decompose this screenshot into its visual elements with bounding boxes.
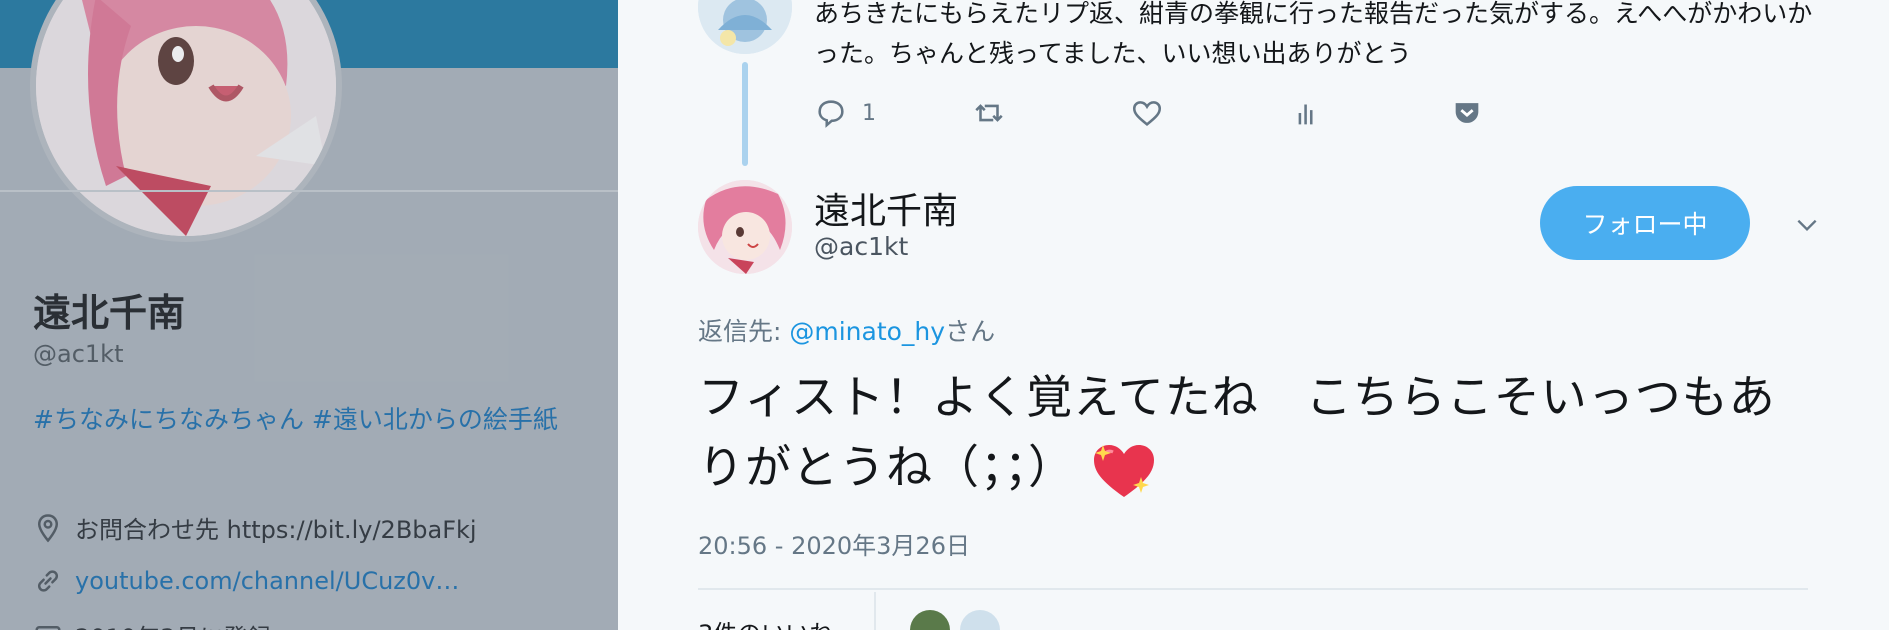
pocket-icon xyxy=(1455,103,1479,123)
like-button[interactable] xyxy=(1130,96,1164,130)
avatar-divider xyxy=(0,190,618,192)
save-button[interactable] xyxy=(1450,96,1484,130)
tweet-body: フィスト！よく覚えてたね こちらこそいっつもありがとうね（；；） xyxy=(698,370,1776,494)
reply-prefix: 返信先: xyxy=(698,317,790,346)
reply-suffix: さん xyxy=(945,317,996,346)
liker-avatar[interactable] xyxy=(910,610,950,630)
profile-name: 遠北千南 xyxy=(33,291,186,335)
likes-count[interactable]: 3件のいいね xyxy=(698,614,833,630)
stats-separator xyxy=(874,592,876,630)
reply-count: 1 xyxy=(862,100,876,126)
author-avatar[interactable] xyxy=(698,180,792,274)
profile-handle: @ac1kt xyxy=(33,340,124,368)
sparkling-heart-icon xyxy=(1091,441,1157,501)
link-icon xyxy=(33,566,63,596)
profile-link[interactable]: youtube.com/channel/UCuz0v… xyxy=(75,567,459,595)
profile-joined-row: 2010年3月に登録 xyxy=(33,618,271,630)
previous-tweet-text: あちきたにもらえたリプ返、紺青の拳観に行った報告だった気がする。えへへがかわいか… xyxy=(814,0,1813,68)
profile-bio[interactable]: #ちなみにちなみちゃん #遠い北からの絵手紙 xyxy=(33,400,593,440)
tweet-detail: あちきたにもらえたリプ返、紺青の拳観に行った報告だった気がする。えへへがかわいか… xyxy=(618,0,1889,630)
following-button[interactable]: フォロー中 xyxy=(1540,186,1750,260)
calendar-icon xyxy=(33,621,63,630)
reply-context: 返信先: @minato_hyさん xyxy=(698,312,995,348)
reply-mention-link[interactable]: @minato_hy xyxy=(789,317,945,346)
previous-tweet-avatar[interactable] xyxy=(698,0,792,54)
retweet-button[interactable] xyxy=(972,96,1006,130)
author-handle[interactable]: @ac1kt xyxy=(814,232,908,261)
tweet-menu-button[interactable] xyxy=(1794,212,1820,238)
reply-icon xyxy=(818,100,844,128)
heart-icon xyxy=(1132,101,1162,126)
profile-avatar[interactable] xyxy=(30,0,342,242)
location-pin-icon xyxy=(33,513,63,543)
retweet-icon xyxy=(975,104,1003,122)
profile-link-row[interactable]: youtube.com/channel/UCuz0v… xyxy=(33,566,459,596)
profile-contact-text: お問合わせ先 https://bit.ly/2BbaFkj xyxy=(75,516,477,544)
profile-sidebar: 遠北千南 @ac1kt #ちなみにちなみちゃん #遠い北からの絵手紙 お問合わせ… xyxy=(0,0,618,630)
analytics-icon xyxy=(1298,104,1313,125)
analytics-button[interactable] xyxy=(1290,96,1324,130)
chevron-down-icon xyxy=(1797,219,1817,232)
reply-button[interactable]: 1 xyxy=(814,96,876,130)
author-name[interactable]: 遠北千南 xyxy=(814,182,958,234)
tweet-timestamp[interactable]: 20:56 - 2020年3月26日 xyxy=(698,526,970,561)
liker-avatar[interactable] xyxy=(960,610,1000,630)
stats-divider xyxy=(698,588,1808,590)
profile-joined-text: 2010年3月に登録 xyxy=(75,618,271,630)
profile-location-row: お問合わせ先 https://bit.ly/2BbaFkj xyxy=(33,510,477,545)
tweet-text: フィスト！よく覚えてたね こちらこそいっつもありがとうね（；；） xyxy=(698,362,1818,502)
thread-connector xyxy=(742,62,748,166)
